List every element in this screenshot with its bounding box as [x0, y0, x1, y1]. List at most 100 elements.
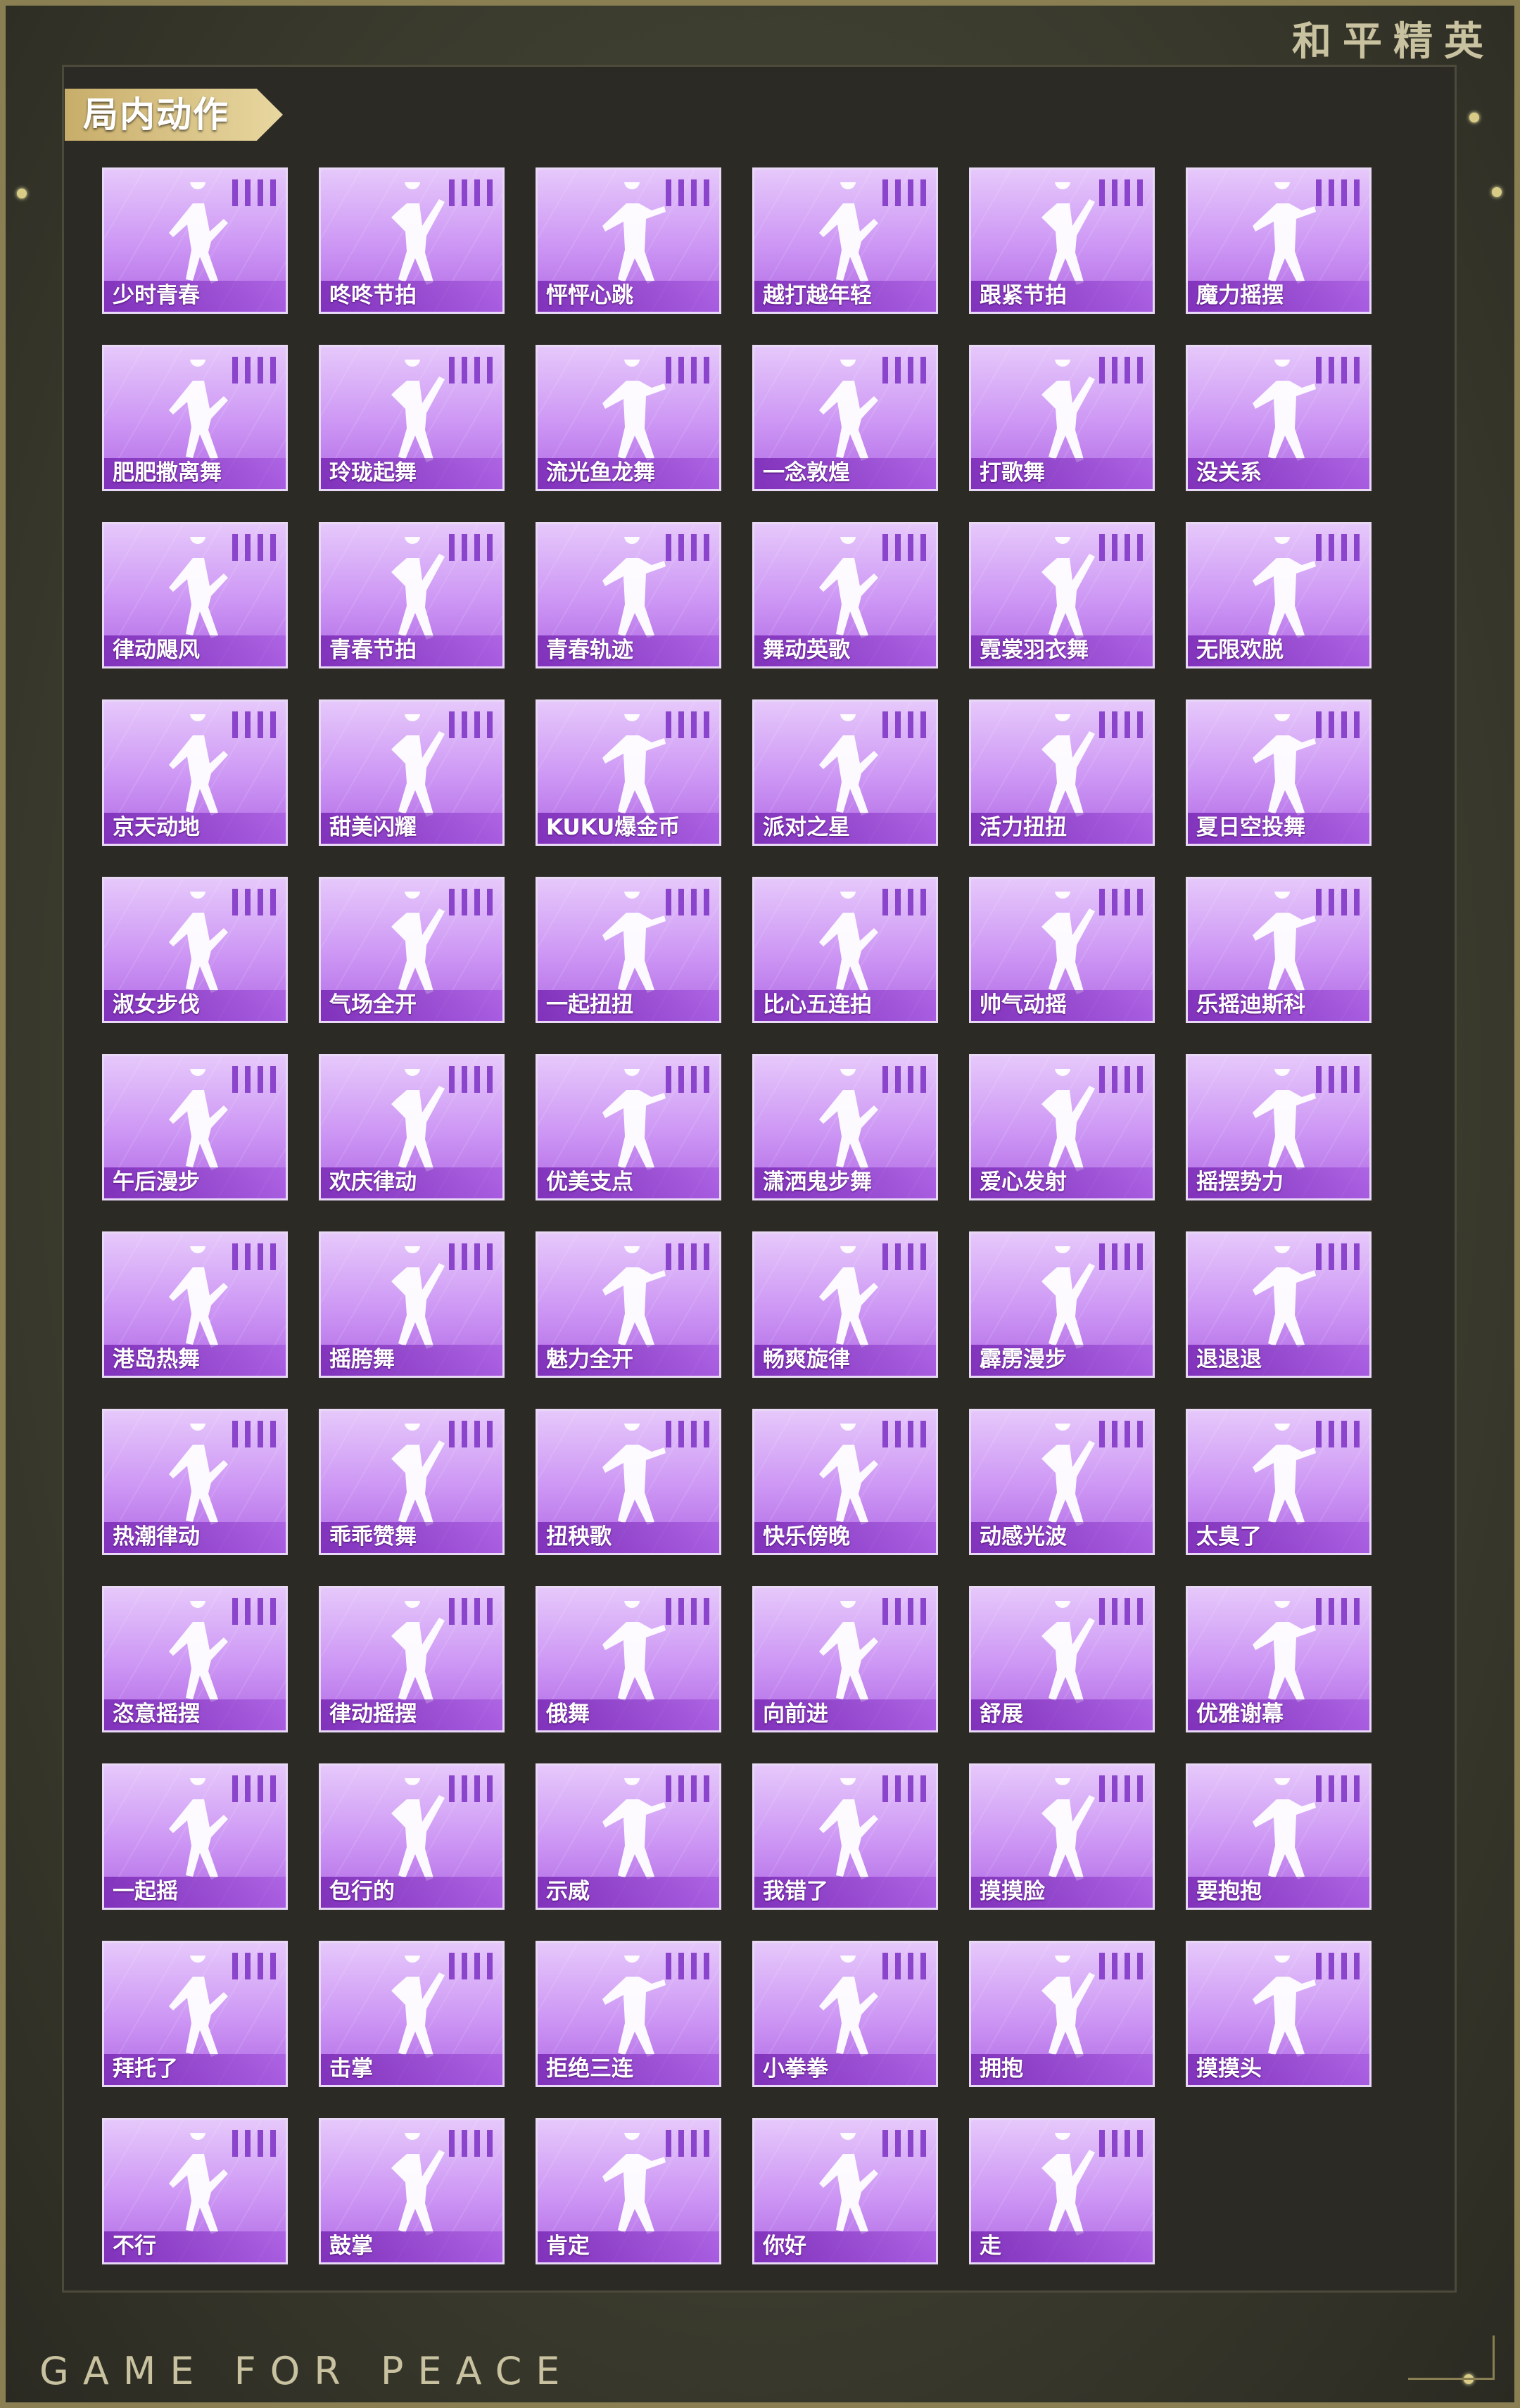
action-card[interactable]: 我错了 [752, 1763, 938, 1910]
action-label: 舞动英歌 [763, 638, 850, 663]
action-card[interactable]: 比心五连拍 [752, 877, 938, 1023]
footer-text: GAME FOR PEACE [39, 2349, 574, 2393]
action-card[interactable]: 恣意摇摆 [102, 1586, 288, 1732]
action-card[interactable]: 霓裳羽衣舞 [969, 522, 1155, 668]
action-card[interactable]: 霹雳漫步 [969, 1231, 1155, 1378]
action-card[interactable]: 港岛热舞 [102, 1231, 288, 1378]
action-card[interactable]: 乖乖赞舞 [319, 1409, 505, 1555]
action-card[interactable]: 潇洒鬼步舞 [752, 1054, 938, 1200]
action-card[interactable]: 派对之星 [752, 699, 938, 846]
action-label: 退退退 [1196, 1347, 1262, 1372]
action-label: 活力扭扭 [980, 815, 1067, 840]
action-card[interactable]: 优美支点 [536, 1054, 721, 1200]
dancer-silhouette-icon [1237, 174, 1326, 288]
dancer-silhouette-icon [587, 1415, 676, 1529]
dancer-silhouette-icon [804, 2124, 892, 2238]
action-card[interactable]: 没关系 [1186, 345, 1372, 491]
action-card[interactable]: 示威 [536, 1763, 721, 1910]
dancer-silhouette-icon [804, 706, 892, 820]
action-label: 一起扭扭 [546, 992, 633, 1018]
action-card[interactable]: 青春节拍 [319, 522, 505, 668]
action-card[interactable]: 怦怦心跳 [536, 167, 721, 314]
action-card[interactable]: 快乐傍晚 [752, 1409, 938, 1555]
action-card[interactable]: 午后漫步 [102, 1054, 288, 1200]
action-card[interactable]: 畅爽旋律 [752, 1231, 938, 1378]
dancer-silhouette-icon [1020, 1592, 1109, 1706]
action-card[interactable]: 扭秧歌 [536, 1409, 721, 1555]
action-card[interactable]: 玲珑起舞 [319, 345, 505, 491]
action-label: 太臭了 [1196, 1524, 1262, 1550]
action-label: 甜美闪耀 [329, 815, 417, 840]
action-card[interactable]: 摸摸头 [1186, 1941, 1372, 2087]
action-card[interactable]: 舞动英歌 [752, 522, 938, 668]
action-card[interactable]: 拥抱 [969, 1941, 1155, 2087]
dancer-silhouette-icon [370, 528, 459, 642]
action-card[interactable]: 欢庆律动 [319, 1054, 505, 1200]
action-card[interactable]: 无限欢脱 [1186, 522, 1372, 668]
action-card[interactable]: 活力扭扭 [969, 699, 1155, 846]
dancer-silhouette-icon [587, 528, 676, 642]
action-card[interactable]: 摇摆势力 [1186, 1054, 1372, 1200]
action-card[interactable]: 魔力摇摆 [1186, 167, 1372, 314]
action-card[interactable]: 俄舞 [536, 1586, 721, 1732]
dancer-silhouette-icon [370, 1238, 459, 1352]
action-card[interactable]: 走 [969, 2118, 1155, 2264]
action-card[interactable]: 流光鱼龙舞 [536, 345, 721, 491]
action-card[interactable]: 摸摸脸 [969, 1763, 1155, 1910]
action-card[interactable]: 要抱抱 [1186, 1763, 1372, 1910]
dancer-silhouette-icon [370, 2124, 459, 2238]
dancer-silhouette-icon [370, 1770, 459, 1884]
action-card[interactable]: 肯定 [536, 2118, 721, 2264]
action-card[interactable]: 京天动地 [102, 699, 288, 846]
action-label: 小拳拳 [763, 2056, 828, 2081]
action-label: 怦怦心跳 [546, 283, 633, 308]
action-card[interactable]: 你好 [752, 2118, 938, 2264]
action-card[interactable]: 少时青春 [102, 167, 288, 314]
action-card[interactable]: 气场全开 [319, 877, 505, 1023]
action-label: 霹雳漫步 [980, 1347, 1067, 1372]
action-card[interactable]: 优雅谢幕 [1186, 1586, 1372, 1732]
action-card[interactable]: 淑女步伐 [102, 877, 288, 1023]
action-card[interactable]: 向前进 [752, 1586, 938, 1732]
action-card[interactable]: 一起摇 [102, 1763, 288, 1910]
action-label: 气场全开 [329, 992, 417, 1018]
dancer-silhouette-icon [804, 1415, 892, 1529]
action-card[interactable]: 小拳拳 [752, 1941, 938, 2087]
action-card[interactable]: 太臭了 [1186, 1409, 1372, 1555]
action-card[interactable]: 咚咚节拍 [319, 167, 505, 314]
action-card[interactable]: 舒展 [969, 1586, 1155, 1732]
action-card[interactable]: 拒绝三连 [536, 1941, 721, 2087]
action-card[interactable]: 一念敦煌 [752, 345, 938, 491]
dancer-silhouette-icon [587, 1592, 676, 1706]
action-card[interactable]: 乐摇迪斯科 [1186, 877, 1372, 1023]
action-card[interactable]: 越打越年轻 [752, 167, 938, 314]
action-card[interactable]: 鼓掌 [319, 2118, 505, 2264]
action-card[interactable]: 肥肥撒离舞 [102, 345, 288, 491]
dancer-silhouette-icon [1237, 528, 1326, 642]
dancer-silhouette-icon [370, 1060, 459, 1174]
action-card[interactable]: 爱心发射 [969, 1054, 1155, 1200]
action-label: 魅力全开 [546, 1347, 633, 1372]
action-card[interactable]: 律动摇摆 [319, 1586, 505, 1732]
action-card[interactable]: 夏日空投舞 [1186, 699, 1372, 846]
action-card[interactable]: 拜托了 [102, 1941, 288, 2087]
action-card[interactable]: 青春轨迹 [536, 522, 721, 668]
action-card[interactable]: 热潮律动 [102, 1409, 288, 1555]
action-card[interactable]: 包行的 [319, 1763, 505, 1910]
action-card[interactable]: 击掌 [319, 1941, 505, 2087]
action-card[interactable]: 一起扭扭 [536, 877, 721, 1023]
action-card[interactable]: 不行 [102, 2118, 288, 2264]
dancer-silhouette-icon [370, 706, 459, 820]
action-card[interactable]: 跟紧节拍 [969, 167, 1155, 314]
action-card[interactable]: 打歌舞 [969, 345, 1155, 491]
action-card[interactable]: 帅气动摇 [969, 877, 1155, 1023]
action-card[interactable]: 魅力全开 [536, 1231, 721, 1378]
action-card[interactable]: 甜美闪耀 [319, 699, 505, 846]
action-card[interactable]: 摇胯舞 [319, 1231, 505, 1378]
dancer-silhouette-icon [804, 528, 892, 642]
action-label: 港岛热舞 [113, 1347, 200, 1372]
action-card[interactable]: 律动飓风 [102, 522, 288, 668]
action-card[interactable]: 退退退 [1186, 1231, 1372, 1378]
action-card[interactable]: KUKU爆金币 [536, 699, 721, 846]
action-card[interactable]: 动感光波 [969, 1409, 1155, 1555]
